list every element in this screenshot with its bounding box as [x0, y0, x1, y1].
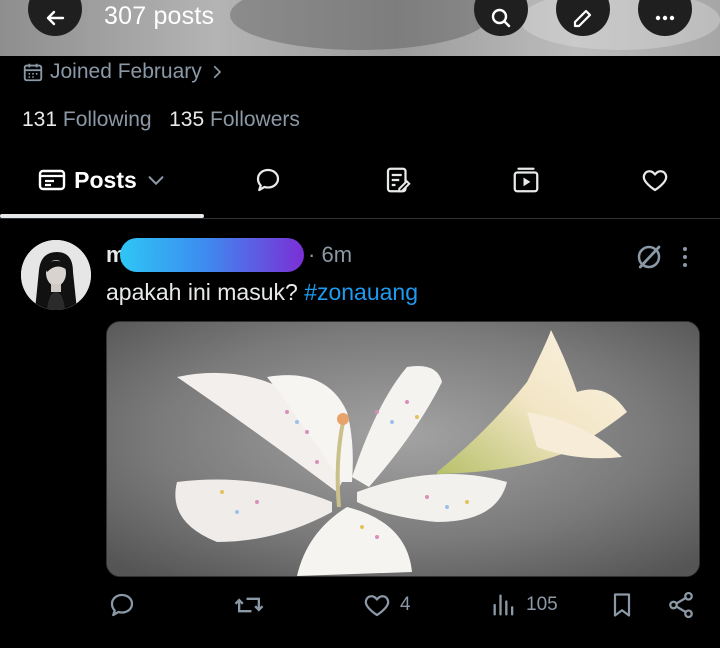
tabs-divider [0, 218, 720, 219]
article-icon [386, 167, 411, 193]
post-time[interactable]: · 6m [308, 242, 352, 268]
grok-button[interactable] [634, 242, 664, 277]
hashtag-link[interactable]: #zonauang [304, 279, 418, 305]
post-image[interactable] [106, 321, 700, 577]
tab-media[interactable] [496, 150, 556, 210]
profile-tabs: Posts [0, 150, 720, 218]
joined-label: Joined February [50, 60, 202, 83]
reply-icon [256, 168, 280, 192]
tab-posts-label: Posts [74, 166, 137, 193]
views-button[interactable]: 105 [490, 590, 558, 620]
avatar[interactable] [21, 240, 91, 310]
tab-likes[interactable] [625, 150, 685, 210]
chevron-right-icon [213, 65, 221, 79]
chevron-down-icon [148, 176, 164, 186]
followers-count: 135 [169, 108, 205, 131]
repost-icon [234, 597, 264, 613]
following-label: Following [62, 108, 152, 131]
author-name-redaction [120, 238, 304, 272]
avatar-image [21, 240, 91, 310]
search-icon [491, 8, 511, 28]
followers-label: Followers [210, 108, 300, 131]
share-icon [669, 591, 693, 619]
heart-icon [364, 595, 390, 617]
bookmark-icon [613, 593, 631, 617]
time-separator: · [308, 242, 316, 267]
profile-header: 307 posts [0, 0, 720, 56]
grok-icon [637, 245, 661, 269]
tab-articles[interactable] [368, 150, 428, 210]
following-count: 131 [22, 108, 58, 131]
media-icon [513, 167, 539, 193]
post-actions: 4 105 [0, 590, 720, 634]
post-more-button[interactable] [676, 244, 694, 275]
following-link[interactable]: 131 Following [22, 108, 152, 131]
post-body: apakah ini masuk? [106, 279, 305, 305]
banner-blur-shape [230, 0, 490, 50]
share-button[interactable] [666, 590, 696, 620]
tab-replies[interactable] [238, 150, 298, 210]
reply-button[interactable] [107, 590, 137, 620]
like-icon [642, 170, 668, 192]
arrow-left-icon [46, 10, 65, 26]
repost-button[interactable] [233, 590, 265, 620]
back-button[interactable] [28, 0, 82, 36]
like-button[interactable]: 4 [362, 590, 411, 620]
post-count: 307 posts [104, 2, 215, 30]
edit-icon [573, 9, 592, 28]
time-value: 6m [321, 242, 353, 267]
like-count: 4 [400, 594, 411, 615]
post-text: apakah ini masuk? #zonauang [106, 279, 418, 306]
joined-date[interactable]: Joined February [22, 60, 226, 84]
tab-posts[interactable]: Posts [0, 150, 205, 210]
reply-icon [110, 593, 134, 617]
more-vertical-icon [683, 247, 687, 267]
lily-flower-image [107, 322, 699, 576]
posts-icon [38, 169, 66, 191]
followers-link[interactable]: 135 Followers [169, 108, 300, 131]
views-count: 105 [526, 594, 558, 615]
calendar-icon [23, 63, 43, 82]
bookmark-button[interactable] [608, 590, 636, 620]
views-icon [493, 594, 514, 616]
follow-stats: 131 Following 135 Followers [22, 108, 300, 132]
more-horizontal-icon [655, 15, 675, 21]
search-button[interactable] [474, 0, 528, 36]
